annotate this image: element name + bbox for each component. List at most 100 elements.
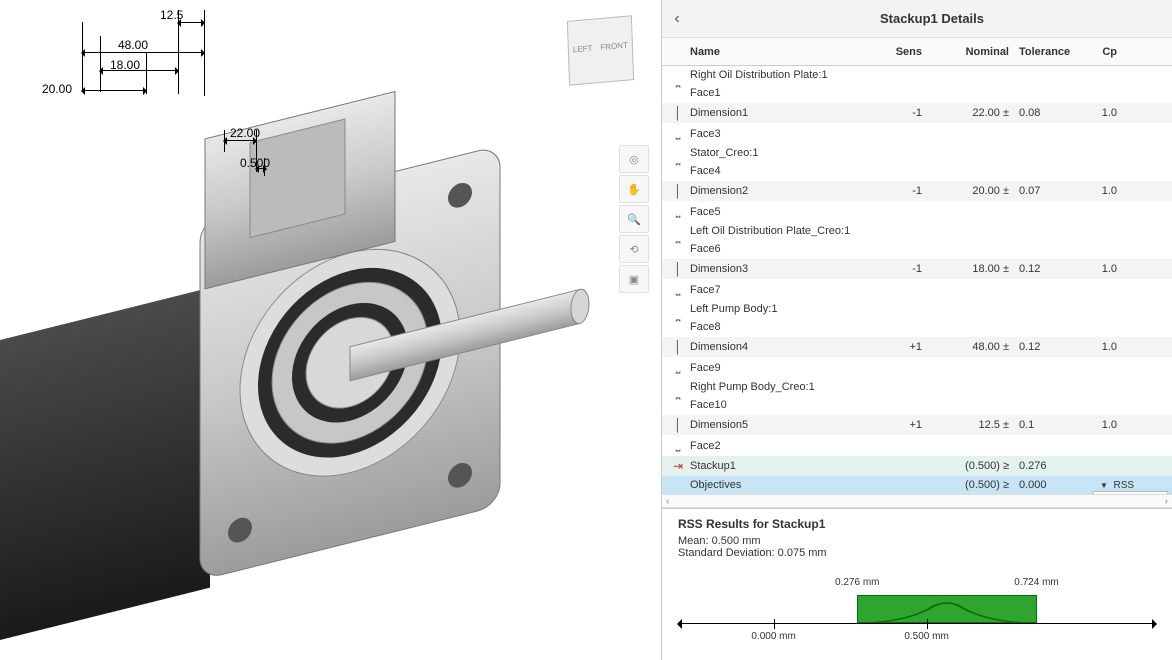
row-marker: ⎵ [666,282,690,297]
table-row[interactable]: ⎴Face4 [662,160,1172,181]
stackup-summary-row[interactable]: ⇥Stackup1(0.500) ≥0.276 [662,456,1172,476]
group-title[interactable]: Right Oil Distribution Plate:1 [662,66,1172,82]
row-name: Face6 [690,243,870,255]
table-row[interactable]: ⎵Face3 [662,123,1172,144]
col-cp: Cp [1080,46,1125,58]
table-row[interactable]: ⎴Face6 [662,238,1172,259]
tol-lo-label: 0.276 mm [835,577,879,588]
model-viewport[interactable]: 20.00 18.00 48.00 12.5 22.00 0.500 LEFT … [0,0,662,660]
col-sens: Sens [870,46,930,58]
group-title[interactable]: Left Pump Body:1 [662,300,1172,316]
row-name: Face9 [690,362,870,374]
row-name: Face1 [690,87,870,99]
results-plot: 0.276 mm 0.724 mm 0.000 mm 0.500 mm [678,565,1156,650]
dimension-row[interactable]: │Dimension3-118.00 ±0.121.0 [662,259,1172,279]
row-marker: ⎴ [666,241,690,256]
results-panel: RSS Results for Stackup1 Mean: 0.500 mm … [662,508,1172,660]
row-marker: ⇥ [666,459,690,473]
dimension-row[interactable]: │Dimension4+148.00 ±0.121.0 [662,337,1172,357]
row-cp: 1.0 [1080,185,1125,197]
row-sens: +1 [870,341,930,353]
row-tolerance: 0.12 [1015,263,1080,275]
table-row[interactable]: ⎵Face7 [662,279,1172,300]
row-name: Face2 [690,440,870,452]
zoom-icon[interactable]: 🔍 [619,205,649,233]
results-stddev: Standard Deviation: 0.075 mm [678,547,1156,559]
row-marker: ⎵ [666,360,690,375]
row-cp: 1.0 [1080,107,1125,119]
row-name: Dimension1 [690,107,870,119]
table-row[interactable]: ⎵Face9 [662,357,1172,378]
stackup-details-panel: ‹ Stackup1 Details Name Sens Nominal Tol… [662,0,1172,660]
row-marker: ⎵ [666,438,690,453]
row-cp: 1.0 [1080,341,1125,353]
row-nominal: 12.5 ± [930,419,1015,431]
method-menu[interactable]: Worst CaseRSSStatistical [1093,491,1168,494]
dimension-row[interactable]: │Dimension1-122.00 ±0.081.0 [662,103,1172,123]
row-name: Dimension5 [690,419,870,431]
group-title[interactable]: Left Oil Distribution Plate_Creo:1 [662,222,1172,238]
view-cube-front: FRONT [600,41,628,52]
row-marker: ⎵ [666,126,690,141]
row-name: Dimension4 [690,341,870,353]
row-name: Face3 [690,128,870,140]
pan-icon[interactable]: ✋ [619,175,649,203]
group-title[interactable]: Stator_Creo:1 [662,144,1172,160]
orbit-icon[interactable]: ◎ [619,145,649,173]
row-tolerance: 0.08 [1015,107,1080,119]
row-marker: │ [666,340,690,354]
row-name: Face7 [690,284,870,296]
model-render [0,10,640,650]
results-mean: Mean: 0.500 mm [678,535,1156,547]
stackup-tree[interactable]: Right Oil Distribution Plate:1⎴Face1│Dim… [662,66,1172,494]
row-cp: 1.0 [1080,419,1125,431]
tol-hi-label: 0.724 mm [1014,577,1058,588]
view-cube[interactable]: LEFT FRONT [567,15,634,85]
row-sens: -1 [870,185,930,197]
plot-axis [678,623,1156,624]
group-title[interactable]: Right Pump Body_Creo:1 [662,378,1172,394]
row-marker: │ [666,418,690,432]
row-name: Stackup1 [690,460,870,472]
col-tolerance: Tolerance [1015,46,1080,58]
row-name: Dimension3 [690,263,870,275]
row-nominal: 18.00 ± [930,263,1015,275]
row-marker: │ [666,262,690,276]
dimension-row[interactable]: │Dimension5+112.5 ±0.11.0 [662,415,1172,435]
row-name: Dimension2 [690,185,870,197]
rotate-icon[interactable]: ⟲ [619,235,649,263]
row-tolerance: 0.1 [1015,419,1080,431]
dimension-row[interactable]: │Dimension2-120.00 ±0.071.0 [662,181,1172,201]
table-row[interactable]: ⎴Face1 [662,82,1172,103]
row-marker: ⎵ [666,204,690,219]
table-row[interactable]: ⎵Face2 [662,435,1172,456]
tolerance-band [857,595,1036,623]
row-cp: 1.0 [1080,263,1125,275]
table-row[interactable]: ⎴Face10 [662,394,1172,415]
row-name: Face5 [690,206,870,218]
table-row[interactable]: ⎵Face5 [662,201,1172,222]
method-dropdown[interactable]: ▼ RSS [1080,480,1125,491]
col-name: Name [690,46,870,58]
row-marker: │ [666,184,690,198]
row-name: Face4 [690,165,870,177]
table-row[interactable]: ⎴Face8 [662,316,1172,337]
row-tolerance: 0.276 [1015,460,1080,472]
nav-toolbar: ◎ ✋ 🔍 ⟲ ▣ [619,145,649,293]
back-button[interactable]: ‹ [662,10,692,28]
row-sens: -1 [870,107,930,119]
tick-500: 0.500 mm [904,631,948,642]
camera-icon[interactable]: ▣ [619,265,649,293]
row-tolerance: 0.000 [1015,479,1080,491]
row-marker: ⎴ [666,85,690,100]
table-header: Name Sens Nominal Tolerance Cp [662,38,1172,66]
row-name: Face8 [690,321,870,333]
row-nominal: (0.500) ≥ [930,479,1015,491]
method-option-worst-case[interactable]: Worst Case [1094,492,1167,494]
row-name: Objectives [690,479,870,491]
row-tolerance: 0.07 [1015,185,1080,197]
horizontal-scrollbar[interactable]: ‹› [662,494,1172,508]
row-nominal: 48.00 ± [930,341,1015,353]
row-marker: │ [666,106,690,120]
panel-title: Stackup1 Details [692,11,1172,26]
